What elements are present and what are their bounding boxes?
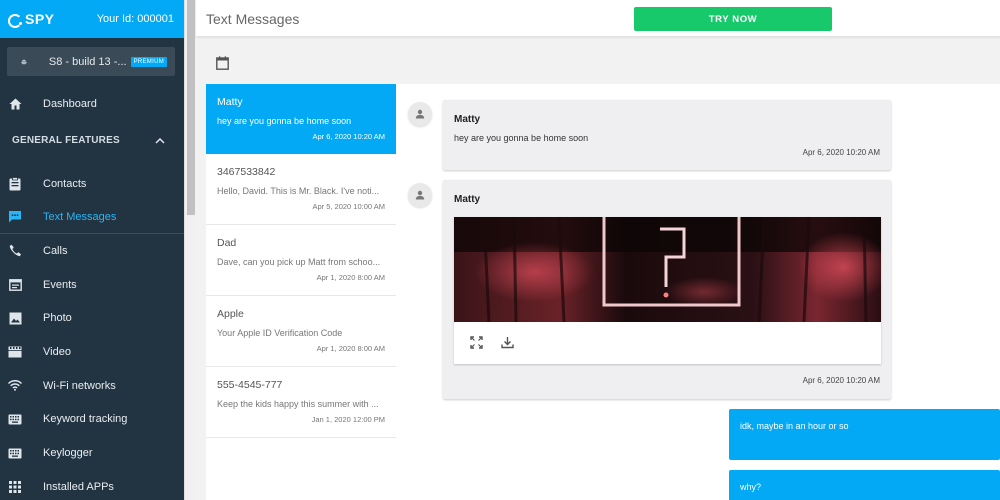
section-title: GENERAL FEATURES (12, 135, 120, 147)
message-date: Apr 6, 2020 10:20 AM (802, 376, 880, 385)
image-icon (8, 311, 22, 325)
android-icon (21, 59, 27, 64)
keyboard-icon (8, 446, 22, 460)
conversation-item[interactable]: Apple Your Apple ID Verification Code Ap… (206, 296, 396, 367)
conversation-date: Apr 1, 2020 8:00 AM (316, 273, 385, 282)
message-text: hey are you gonna be home soon (454, 133, 589, 143)
sidebar-item-keylogger[interactable]: Keylogger (0, 436, 184, 470)
conversation-preview: Hello, David. This is Mr. Black. I've no… (217, 186, 380, 196)
scrollbar-thumb[interactable] (187, 0, 195, 215)
sidebar-item-label: Dashboard (43, 97, 97, 110)
person-icon (415, 190, 425, 200)
image-attachment[interactable] (454, 217, 881, 364)
sidebar-item-label: Keylogger (43, 447, 93, 460)
incoming-message: Matty Apr 6, 2020 10:20 AM (443, 180, 891, 399)
sidebar-item-wifi[interactable]: Wi-Fi networks (0, 369, 184, 403)
keyboard-icon (8, 412, 22, 426)
logo-text: SPY (25, 11, 55, 27)
sidebar-item-installed-apps[interactable]: Installed APPs (0, 470, 184, 500)
sidebar-item-events[interactable]: Events (0, 268, 184, 302)
fullscreen-icon[interactable] (468, 334, 484, 350)
conversation-name: Apple (217, 308, 244, 320)
conversation-item[interactable]: Dad Dave, can you pick up Matt from scho… (206, 225, 396, 296)
conversation-date: Apr 5, 2020 10:00 AM (312, 202, 385, 211)
sidebar-item-label: Video (43, 345, 71, 358)
sidebar: SPY Your Id: 000001 S8 - build 13 -... P… (0, 0, 184, 500)
phone-icon (8, 244, 22, 258)
conversation-date: Apr 1, 2020 8:00 AM (316, 344, 385, 353)
user-id: Your Id: 000001 (96, 13, 174, 25)
sidebar-item-label: Text Messages (43, 210, 117, 223)
conversation-date: Apr 6, 2020 10:20 AM (312, 132, 385, 141)
sidebar-scrollbar[interactable] (184, 0, 196, 500)
device-name: S8 - build 13 -... (48, 55, 127, 68)
sidebar-item-label: Contacts (43, 177, 87, 190)
sidebar-item-dashboard[interactable]: Dashboard (0, 87, 184, 121)
message-date: Apr 6, 2020 10:20 AM (802, 148, 880, 157)
home-icon (8, 97, 22, 111)
conversation-preview: hey are you gonna be home soon (217, 116, 352, 126)
conversation-date: Jan 1, 2020 12:00 PM (311, 415, 385, 424)
download-icon[interactable] (499, 334, 515, 350)
chat-icon (8, 210, 22, 224)
message-sender: Matty (454, 194, 481, 205)
message-text: why? (740, 482, 762, 492)
sidebar-item-label: Wi-Fi networks (43, 379, 116, 392)
sidebar-header: SPY Your Id: 000001 (0, 0, 184, 38)
logo[interactable]: SPY (8, 11, 55, 28)
conversation-name: 3467533842 (217, 166, 276, 178)
message-text: idk, maybe in an hour or so (740, 421, 849, 431)
sidebar-item-contacts[interactable]: Contacts (0, 167, 184, 201)
calendar-icon[interactable] (216, 56, 229, 70)
sidebar-item-video[interactable]: Video (0, 335, 184, 369)
conversation-name: 555-4545-777 (217, 379, 283, 391)
clipboard-icon (8, 176, 22, 191)
message-sender: Matty (454, 114, 481, 125)
person-icon (415, 109, 425, 119)
conversation-item[interactable]: 3467533842 Hello, David. This is Mr. Bla… (206, 154, 396, 225)
chevron-up-icon (155, 137, 165, 144)
page-title: Text Messages (206, 11, 300, 27)
conversation-item[interactable]: Matty hey are you gonna be home soon Apr… (206, 84, 396, 154)
device-selector[interactable]: S8 - build 13 -... PREMIUM (7, 47, 175, 76)
sidebar-item-keyword-tracking[interactable]: Keyword tracking (0, 403, 184, 437)
sidebar-item-label: Calls (43, 244, 68, 257)
sidebar-item-label: Events (43, 278, 77, 291)
wifi-icon (8, 379, 22, 393)
conversation-preview: Your Apple ID Verification Code (217, 328, 343, 338)
apps-grid-icon (8, 480, 22, 494)
sidebar-item-photo[interactable]: Photo (0, 301, 184, 335)
avatar (408, 183, 432, 207)
attached-photo[interactable] (454, 217, 881, 322)
general-features-section[interactable]: GENERAL FEATURES (0, 121, 184, 161)
try-now-button[interactable]: TRY NOW (634, 7, 832, 31)
conversation-name: Matty (217, 96, 243, 108)
sidebar-item-label: Photo (43, 312, 72, 325)
top-bar: Text Messages TRY NOW (196, 0, 1000, 37)
conversation-preview: Keep the kids happy this summer with ... (217, 399, 379, 409)
film-icon (8, 345, 22, 359)
incoming-message: Matty hey are you gonna be home soon Apr… (443, 100, 891, 170)
sidebar-item-label: Installed APPs (43, 480, 114, 493)
outgoing-message: idk, maybe in an hour or so (729, 409, 1000, 460)
conversation-name: Dad (217, 237, 237, 249)
calendar-icon (8, 278, 22, 292)
conversation-preview: Dave, can you pick up Matt from schoo... (217, 257, 381, 267)
conversation-item[interactable]: 555-4545-777 Keep the kids happy this su… (206, 367, 396, 438)
avatar (408, 102, 432, 126)
sidebar-item-text-messages[interactable]: Text Messages (0, 200, 184, 235)
premium-badge: PREMIUM (130, 56, 167, 67)
sidebar-item-label: Keyword tracking (43, 413, 128, 426)
outgoing-message: why? (729, 470, 1000, 500)
chat-thread: Matty hey are you gonna be home soon Apr… (396, 84, 1000, 500)
logo-mark-icon (8, 13, 22, 28)
sidebar-item-calls[interactable]: Calls (0, 234, 184, 268)
conversation-list: Matty hey are you gonna be home soon Apr… (206, 84, 396, 500)
